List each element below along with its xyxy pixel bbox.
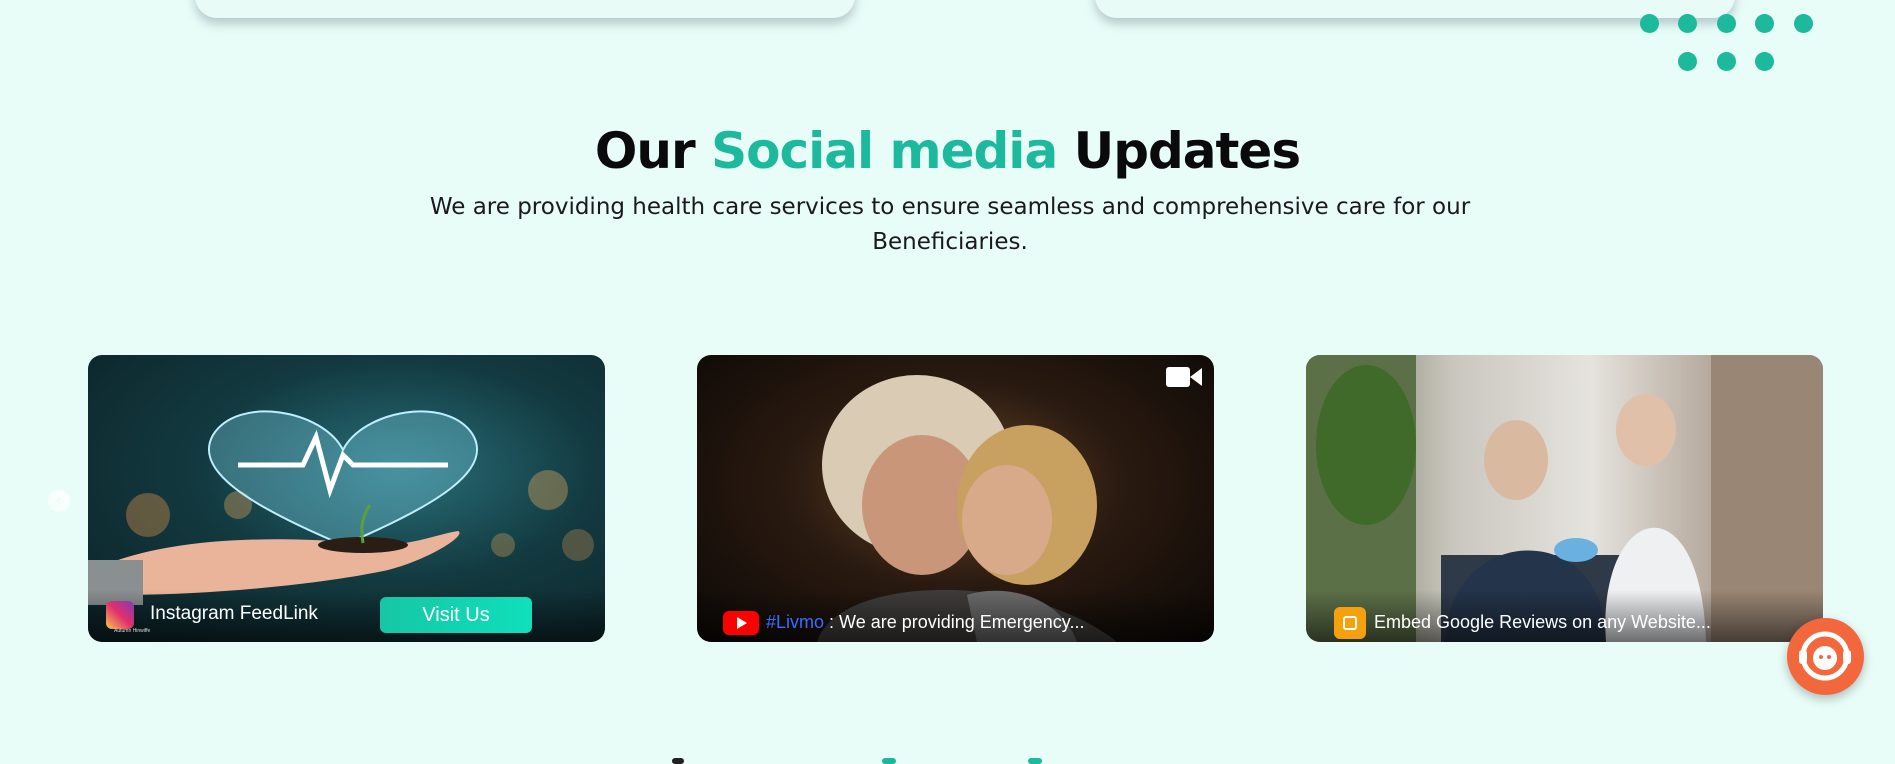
social-card-blogger[interactable]: Embed Google Reviews on any Website... [1306, 355, 1823, 642]
dot [1755, 14, 1774, 33]
section-subtitle: We are providing health care services to… [429, 194, 1471, 255]
instagram-icon [106, 601, 134, 629]
dot [1717, 14, 1736, 33]
video-camera-icon [1166, 367, 1202, 387]
card-footer-text: Autumn Hinwiffe [114, 628, 151, 634]
chevron-left-icon[interactable]: ‹ [48, 490, 70, 512]
decorative-dots [1640, 14, 1820, 74]
dot [1640, 14, 1659, 33]
top-card-left [195, 0, 855, 18]
next-section-hint [672, 758, 684, 764]
hashtag-link[interactable]: #Livmo [766, 612, 824, 632]
visit-us-button[interactable]: Visit Us [380, 597, 532, 633]
dot [1678, 52, 1697, 71]
card-caption: Embed Google Reviews on any Website... [1374, 612, 1711, 632]
chat-support-button[interactable] [1787, 618, 1864, 695]
card-caption: #Livmo : We are providing Emergency... [766, 612, 1084, 633]
next-section-hint [882, 758, 896, 764]
social-card-youtube[interactable]: #Livmo : We are providing Emergency... [697, 355, 1214, 642]
chat-support-icon [1799, 631, 1851, 681]
section-heading: Our Social media Updates [0, 122, 1895, 180]
caption-text: : We are providing Emergency... [824, 612, 1085, 632]
next-section-hint [1028, 758, 1042, 764]
top-card-right [1095, 0, 1735, 18]
dot [1678, 14, 1697, 33]
heading-accent: Social media [711, 122, 1058, 180]
card-caption: Instagram FeedLink [150, 603, 318, 624]
dot [1755, 52, 1774, 71]
social-card-instagram[interactable]: Instagram FeedLink Visit Us Autumn Hinwi… [88, 355, 605, 642]
play-triangle-icon [737, 617, 747, 629]
heading-text: Our [594, 122, 712, 180]
blogger-glyph-icon [1343, 616, 1357, 630]
dot [1794, 14, 1813, 33]
heading-text-end: Updates [1057, 122, 1301, 180]
dot [1717, 52, 1736, 71]
